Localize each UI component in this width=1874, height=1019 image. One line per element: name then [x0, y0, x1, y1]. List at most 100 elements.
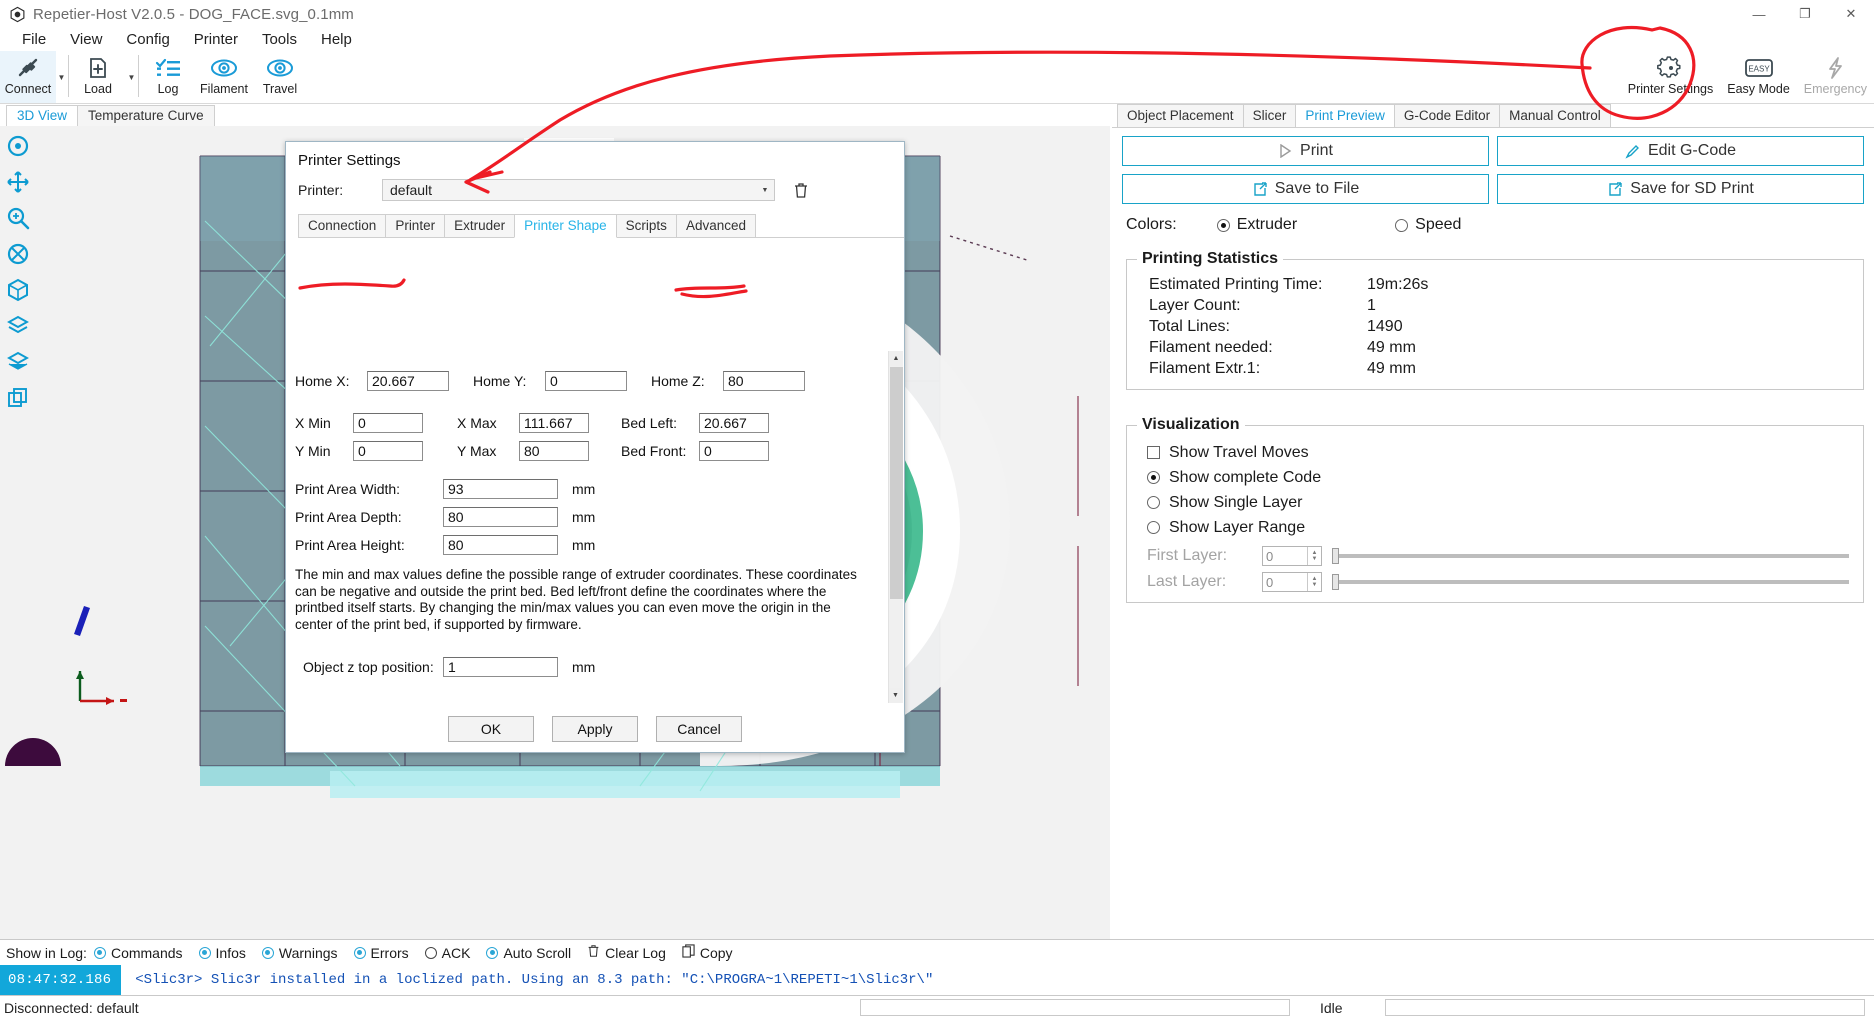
log-list-icon	[155, 54, 181, 82]
menu-item-file[interactable]: File	[10, 29, 58, 50]
move-view-icon[interactable]	[4, 132, 32, 160]
tab-gcode-editor[interactable]: G-Code Editor	[1393, 104, 1501, 127]
toolbar-filament-button[interactable]: Filament	[196, 51, 252, 103]
log-option-infos[interactable]: Infos	[198, 945, 246, 961]
edit-gcode-button-label: Edit G-Code	[1647, 142, 1737, 159]
scroll-up-icon[interactable]: ▲	[889, 351, 903, 366]
copy-button[interactable]: Copy	[682, 944, 733, 961]
y-max-input[interactable]: 80	[519, 441, 589, 461]
maximize-button[interactable]: ❐	[1782, 0, 1828, 28]
last-layer-stepper[interactable]: 0 ▲ ▼	[1262, 572, 1322, 592]
tab-print-preview[interactable]: Print Preview	[1295, 104, 1395, 127]
log-option-warnings[interactable]: Warnings	[261, 945, 338, 961]
print-area-depth-input[interactable]: 80	[443, 507, 558, 527]
dialog-tab-printer-shape[interactable]: Printer Shape	[514, 214, 617, 238]
viz-show-travel-moves[interactable]: Show Travel Moves	[1137, 440, 1853, 465]
tab-3d-view[interactable]: 3D View	[6, 105, 79, 126]
slider-thumb[interactable]	[1332, 548, 1339, 564]
cancel-button[interactable]: Cancel	[656, 716, 742, 742]
close-button[interactable]: ✕	[1828, 0, 1874, 28]
toolbar-load-button[interactable]: Load	[70, 51, 126, 103]
bed-left-input[interactable]: 20.667	[699, 413, 769, 433]
stepper-arrows-icon[interactable]: ▲ ▼	[1307, 547, 1321, 565]
print-area-height-unit: mm	[572, 537, 596, 553]
scrollbar-thumb[interactable]	[890, 367, 903, 599]
viz-show-layer-range[interactable]: Show Layer Range	[1137, 515, 1853, 540]
home-y-input[interactable]: 0	[545, 371, 627, 391]
toolbar-easy-mode-button[interactable]: EASY Easy Mode	[1720, 51, 1797, 103]
y-min-input[interactable]: 0	[353, 441, 423, 461]
print-area-width-input[interactable]: 93	[443, 479, 558, 499]
minimize-button[interactable]: —	[1736, 0, 1782, 28]
ok-button[interactable]: OK	[448, 716, 534, 742]
tab-manual-control[interactable]: Manual Control	[1499, 104, 1611, 127]
log-option-commands[interactable]: Commands	[93, 945, 183, 961]
object-z-input[interactable]: 1	[443, 657, 558, 677]
x-min-input[interactable]: 0	[353, 413, 423, 433]
scroll-down-icon[interactable]: ▼	[889, 688, 902, 703]
layers-icon[interactable]	[4, 312, 32, 340]
menu-item-config[interactable]: Config	[114, 29, 181, 50]
viz-show-travel-moves-label: Show Travel Moves	[1169, 444, 1309, 461]
bed-front-input[interactable]: 0	[699, 441, 769, 461]
dialog-tab-connection[interactable]: Connection	[298, 214, 387, 237]
printer-dropdown-value: default	[390, 182, 433, 198]
edit-gcode-button[interactable]: Edit G-Code	[1497, 136, 1864, 166]
log-option-ack[interactable]: ACK	[424, 945, 470, 961]
toolbar-right-group: Printer Settings EASY Easy Mode Emergenc…	[1621, 51, 1874, 103]
tab-temperature-curve[interactable]: Temperature Curve	[77, 105, 215, 126]
last-layer-slider[interactable]	[1332, 574, 1849, 590]
print-button[interactable]: Print	[1122, 136, 1489, 166]
toolbar-connect-button[interactable]: Connect	[0, 51, 56, 103]
cube-icon[interactable]	[4, 276, 32, 304]
clear-log-button[interactable]: Clear Log	[587, 944, 666, 961]
viz-show-single-layer[interactable]: Show Single Layer	[1137, 490, 1853, 515]
toolbar-emergency-button[interactable]: Emergency	[1797, 51, 1874, 103]
print-area-height-input[interactable]: 80	[443, 535, 558, 555]
trash-icon[interactable]	[793, 182, 809, 199]
slider-thumb[interactable]	[1332, 574, 1339, 590]
toolbar-log-button[interactable]: Log	[140, 51, 196, 103]
zoom-icon[interactable]	[4, 204, 32, 232]
rotate-icon[interactable]	[4, 240, 32, 268]
toolbar-travel-button[interactable]: Travel	[252, 51, 308, 103]
easy-badge-icon: EASY	[1742, 54, 1776, 82]
colors-option-extruder[interactable]: Extruder	[1216, 216, 1297, 234]
tab-object-placement[interactable]: Object Placement	[1117, 104, 1244, 127]
menu-item-printer[interactable]: Printer	[182, 29, 250, 50]
toolbar-printer-settings-button[interactable]: Printer Settings	[1621, 51, 1720, 103]
apply-button[interactable]: Apply	[552, 716, 638, 742]
copy-object-icon[interactable]	[4, 384, 32, 412]
pan-icon[interactable]	[4, 168, 32, 196]
chevron-down-icon[interactable]: ▼	[756, 180, 774, 200]
printer-dropdown[interactable]: default ▼	[382, 179, 775, 201]
dialog-tab-printer[interactable]: Printer	[385, 214, 446, 237]
menu-item-help[interactable]: Help	[309, 29, 364, 50]
printer-settings-dialog[interactable]: Printer Settings Printer: default ▼ Conn…	[285, 141, 905, 753]
menu-item-tools[interactable]: Tools	[250, 29, 309, 50]
viz-show-complete-code[interactable]: Show complete Code	[1137, 465, 1853, 490]
x-max-input[interactable]: 111.667	[519, 413, 589, 433]
home-x-input[interactable]: 20.667	[367, 371, 449, 391]
save-to-file-button[interactable]: Save to File	[1122, 174, 1489, 204]
tab-slicer[interactable]: Slicer	[1242, 104, 1297, 127]
dialog-tab-scripts[interactable]: Scripts	[615, 214, 677, 237]
log-option-auto-scroll[interactable]: Auto Scroll	[486, 945, 571, 961]
menu-item-view[interactable]: View	[58, 29, 114, 50]
save-for-sd-print-button[interactable]: Save for SD Print	[1497, 174, 1864, 204]
first-layer-stepper[interactable]: 0 ▲ ▼	[1262, 546, 1322, 566]
dialog-scrollbar[interactable]: ▲ ▼	[888, 351, 903, 703]
toolbar: Connect ▼ Load ▼ Log Filament Travel Pri…	[0, 51, 1874, 104]
bottom-view-icon[interactable]	[4, 348, 32, 376]
load-dropdown-caret[interactable]: ▼	[126, 51, 137, 103]
stat-value: 49 mm	[1367, 360, 1416, 377]
home-row: Home X: 20.667 Home Y: 0 Home Z: 80	[295, 371, 891, 391]
stepper-arrows-icon[interactable]: ▲ ▼	[1307, 573, 1321, 591]
colors-option-speed[interactable]: Speed	[1395, 216, 1461, 234]
first-layer-slider[interactable]	[1332, 548, 1849, 564]
connect-dropdown-caret[interactable]: ▼	[56, 51, 67, 103]
dialog-tab-advanced[interactable]: Advanced	[675, 214, 756, 237]
dialog-tab-extruder[interactable]: Extruder	[444, 214, 516, 237]
home-z-input[interactable]: 80	[723, 371, 805, 391]
log-option-errors[interactable]: Errors	[353, 945, 409, 961]
